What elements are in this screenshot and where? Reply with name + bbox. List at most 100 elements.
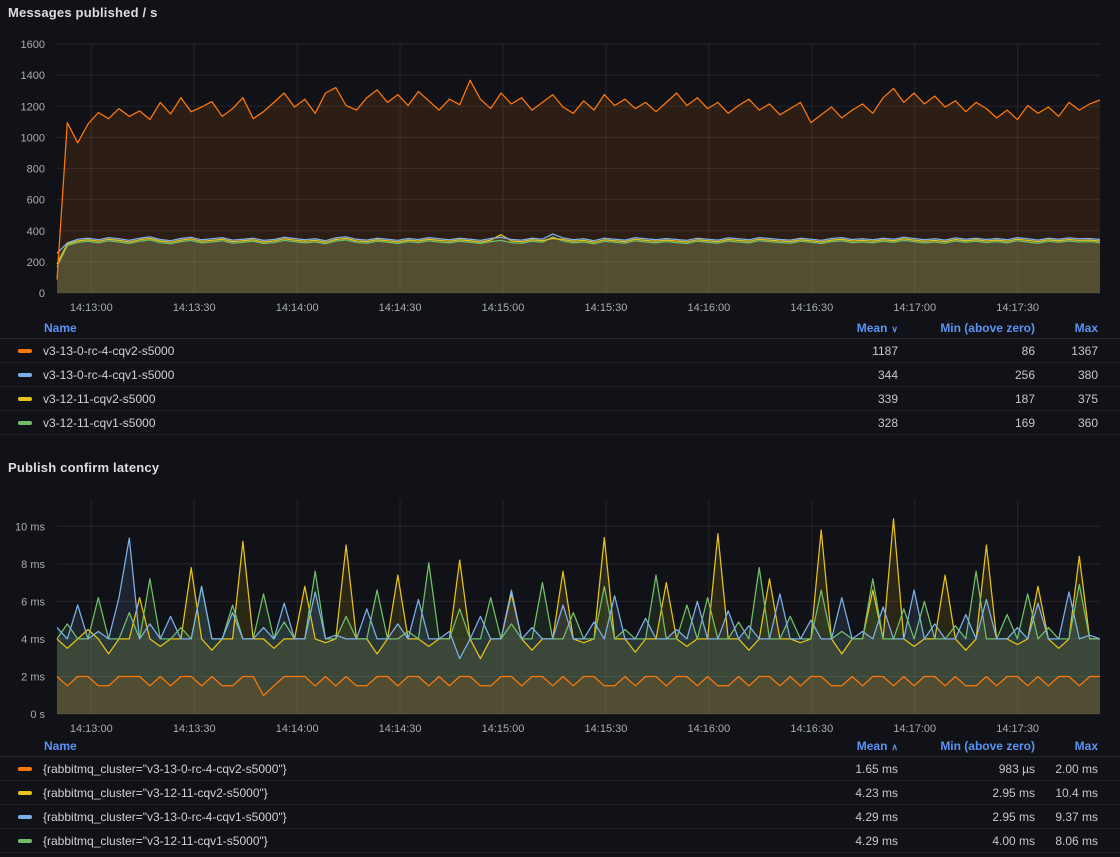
x-axis-tick-label: 14:14:00: [276, 302, 319, 314]
series-name[interactable]: {rabbitmq_cluster="v3-13-0-rc-4-cqv1-s50…: [43, 810, 287, 824]
min-value: 169: [898, 416, 1035, 430]
x-axis-tick-label: 14:17:00: [893, 302, 936, 314]
x-axis-tick-label: 14:13:30: [173, 302, 216, 314]
column-header-max[interactable]: Max: [1035, 739, 1098, 753]
x-axis-tick-label: 14:16:30: [790, 723, 833, 734]
table-row: v3-13-0-rc-4-cqv1-s5000 344256380: [0, 363, 1120, 387]
y-axis-tick-label: 10 ms: [15, 521, 45, 533]
mean-value: 344: [738, 368, 898, 382]
x-axis-tick-label: 14:13:00: [70, 723, 113, 734]
panel-title-publish-confirm-latency[interactable]: Publish confirm latency: [8, 460, 159, 475]
y-axis-tick-label: 2 ms: [21, 671, 45, 683]
mean-value: 4.29 ms: [738, 834, 898, 848]
x-axis-tick-label: 14:14:00: [276, 723, 319, 734]
series-color-swatch[interactable]: [18, 791, 32, 795]
max-value: 8.06 ms: [1035, 834, 1098, 848]
max-value: 10.4 ms: [1035, 786, 1098, 800]
min-value: 983 µs: [898, 762, 1035, 776]
min-value: 2.95 ms: [898, 786, 1035, 800]
messages-published-chart[interactable]: 0 200 400 600 800 1000 1200 1400 1600 14:13:00 14:…: [0, 30, 1120, 316]
y-axis-tick-label: 400: [27, 226, 45, 238]
table-row: {rabbitmq_cluster="v3-12-11-cqv1-s5000"}…: [0, 829, 1120, 853]
min-value: 187: [898, 392, 1035, 406]
y-axis-tick-label: 4 ms: [21, 634, 45, 646]
publish-confirm-latency-legend-table: NameMean∧Min (above zero)Max {rabbitmq_cl…: [0, 736, 1120, 853]
x-axis-tick-label: 14:13:00: [70, 302, 113, 314]
series-color-swatch[interactable]: [18, 421, 32, 425]
series-name[interactable]: {rabbitmq_cluster="v3-12-11-cqv1-s5000"}: [43, 834, 268, 848]
x-axis-tick-label: 14:13:30: [173, 723, 216, 734]
column-header-mean[interactable]: Mean∨: [738, 321, 898, 335]
column-header-name[interactable]: Name: [18, 739, 738, 753]
x-axis-tick-label: 14:14:30: [379, 723, 422, 734]
max-value: 2.00 ms: [1035, 762, 1098, 776]
x-axis-tick-label: 14:17:30: [996, 723, 1039, 734]
column-header-mean[interactable]: Mean∧: [738, 739, 898, 753]
series-name[interactable]: v3-13-0-rc-4-cqv1-s5000: [43, 368, 174, 382]
x-axis-tick-label: 14:15:00: [482, 302, 525, 314]
min-value: 4.00 ms: [898, 834, 1035, 848]
table-row: v3-13-0-rc-4-cqv2-s5000 1187861367: [0, 339, 1120, 363]
x-axis-tick-label: 14:15:00: [482, 723, 525, 734]
mean-value: 1.65 ms: [738, 762, 898, 776]
min-value: 2.95 ms: [898, 810, 1035, 824]
series-color-swatch[interactable]: [18, 767, 32, 771]
x-axis-tick-label: 14:15:30: [585, 723, 628, 734]
mean-value: 4.29 ms: [738, 810, 898, 824]
y-axis-tick-label: 8 ms: [21, 559, 45, 571]
mean-value: 1187: [738, 344, 898, 358]
legend-table-header: NameMean∧Min (above zero)Max: [0, 736, 1120, 757]
y-axis-tick-label: 0: [39, 288, 45, 300]
y-axis-tick-label: 600: [27, 195, 45, 207]
series-color-swatch[interactable]: [18, 839, 32, 843]
sort-desc-icon: ∨: [891, 324, 898, 334]
messages-published-legend-table: NameMean∨Min (above zero)Maxv3-13-0-rc-4…: [0, 318, 1120, 435]
max-value: 375: [1035, 392, 1098, 406]
series-color-swatch[interactable]: [18, 397, 32, 401]
series-name[interactable]: v3-12-11-cqv2-s5000: [43, 392, 156, 406]
series-name[interactable]: {rabbitmq_cluster="v3-13-0-rc-4-cqv2-s50…: [43, 762, 287, 776]
y-axis-tick-label: 200: [27, 257, 45, 269]
table-row: {rabbitmq_cluster="v3-12-11-cqv2-s5000"}…: [0, 781, 1120, 805]
table-row: v3-12-11-cqv1-s5000 328169360: [0, 411, 1120, 435]
column-header-min[interactable]: Min (above zero): [898, 739, 1035, 753]
max-value: 380: [1035, 368, 1098, 382]
table-row: v3-12-11-cqv2-s5000 339187375: [0, 387, 1120, 411]
x-axis-tick-label: 14:17:00: [893, 723, 936, 734]
series-name[interactable]: {rabbitmq_cluster="v3-12-11-cqv2-s5000"}: [43, 786, 268, 800]
x-axis-tick-label: 14:17:30: [996, 302, 1039, 314]
mean-value: 328: [738, 416, 898, 430]
series-name[interactable]: v3-12-11-cqv1-s5000: [43, 416, 156, 430]
column-header-name[interactable]: Name: [18, 321, 738, 335]
x-axis-tick-label: 14:16:00: [687, 723, 730, 734]
y-axis-tick-label: 0 s: [30, 709, 45, 721]
column-header-max[interactable]: Max: [1035, 321, 1098, 335]
table-row: {rabbitmq_cluster="v3-13-0-rc-4-cqv2-s50…: [0, 757, 1120, 781]
y-axis-tick-label: 1600: [21, 39, 45, 51]
mean-value: 339: [738, 392, 898, 406]
series-color-swatch[interactable]: [18, 373, 32, 377]
sort-asc-icon: ∧: [891, 742, 898, 752]
y-axis-tick-label: 1000: [21, 132, 45, 144]
legend-table-header: NameMean∨Min (above zero)Max: [0, 318, 1120, 339]
series-color-swatch[interactable]: [18, 815, 32, 819]
min-value: 256: [898, 368, 1035, 382]
column-header-min[interactable]: Min (above zero): [898, 321, 1035, 335]
y-axis-tick-label: 1200: [21, 101, 45, 113]
y-axis-tick-label: 1400: [21, 70, 45, 82]
max-value: 1367: [1035, 344, 1098, 358]
mean-value: 4.23 ms: [738, 786, 898, 800]
max-value: 360: [1035, 416, 1098, 430]
publish-confirm-latency-chart[interactable]: 0 s 2 ms 4 ms 6 ms 8 ms 10 ms 14:13:00 14:13:30…: [0, 488, 1120, 734]
x-axis-tick-label: 14:15:30: [585, 302, 628, 314]
max-value: 9.37 ms: [1035, 810, 1098, 824]
min-value: 86: [898, 344, 1035, 358]
x-axis-tick-label: 14:14:30: [379, 302, 422, 314]
series-color-swatch[interactable]: [18, 349, 32, 353]
y-axis-tick-label: 800: [27, 164, 45, 176]
series-name[interactable]: v3-13-0-rc-4-cqv2-s5000: [43, 344, 174, 358]
table-row: {rabbitmq_cluster="v3-13-0-rc-4-cqv1-s50…: [0, 805, 1120, 829]
y-axis-tick-label: 6 ms: [21, 596, 45, 608]
panel-title-messages-published[interactable]: Messages published / s: [8, 5, 158, 20]
series-fill: [57, 80, 1100, 293]
